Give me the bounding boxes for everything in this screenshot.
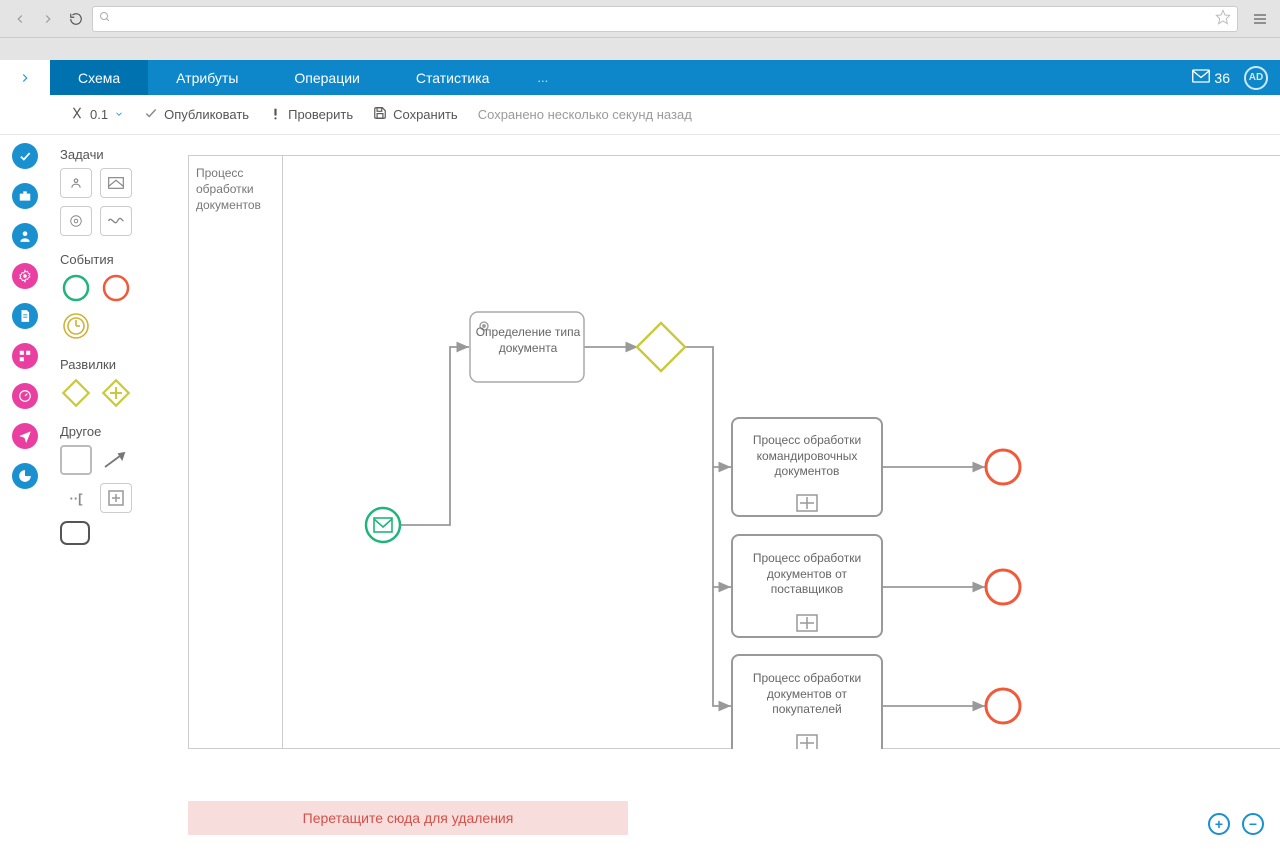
avatar[interactable]: AD (1244, 66, 1268, 90)
tab-more-label: ... (537, 70, 548, 85)
rail-person-icon[interactable] (12, 223, 38, 249)
rail-piechart-icon[interactable] (12, 463, 38, 489)
diagram-svg: Определение типа документа Процесс обраб… (188, 155, 1280, 749)
browser-url-bar[interactable] (92, 6, 1238, 32)
palette-end-event[interactable] (100, 273, 132, 303)
publish-label: Опубликовать (164, 107, 249, 122)
save-status: Сохранено несколько секунд назад (478, 107, 692, 122)
palette-timer-event[interactable] (60, 311, 92, 341)
palette-start-event[interactable] (60, 273, 92, 303)
mail-counter[interactable]: 36 (1192, 69, 1230, 86)
chrome-spacer (0, 38, 1280, 60)
node-subprocess-1[interactable]: Процесс обработки командировочных докуме… (732, 418, 882, 516)
sidebar-collapse-chevron[interactable] (0, 60, 50, 95)
node-task-label: Определение типа документа (474, 323, 582, 356)
rail-module-icon[interactable] (12, 343, 38, 369)
palette-connector[interactable] (100, 445, 132, 475)
palette-gateways: Развилки (60, 357, 158, 408)
browser-chrome (0, 0, 1280, 38)
validate-button[interactable]: Проверить (269, 107, 353, 123)
warning-icon (269, 107, 282, 123)
node-start-event[interactable] (366, 508, 400, 542)
tab-operations[interactable]: Операции (266, 60, 388, 95)
palette-pool[interactable] (60, 521, 90, 545)
node-gateway[interactable] (637, 323, 685, 371)
palette-service-task[interactable] (60, 206, 92, 236)
palette-annotation[interactable] (60, 445, 92, 475)
mail-icon (1192, 69, 1210, 86)
save-icon (373, 106, 387, 123)
rail-gauge-icon[interactable] (12, 383, 38, 409)
palette-other-title: Другое (60, 424, 158, 439)
tab-label: Операции (294, 70, 360, 86)
tab-attributes[interactable]: Атрибуты (148, 60, 266, 95)
url-input[interactable] (117, 11, 1209, 26)
palette-subprocess[interactable] (100, 483, 132, 513)
node-sub2-label: Процесс обработки документов от поставщи… (736, 551, 878, 598)
palette-script-task[interactable] (100, 206, 132, 236)
palette: Задачи События Развилки (50, 135, 168, 859)
left-rail (0, 135, 50, 859)
main-area: Задачи События Развилки (0, 135, 1280, 859)
tab-label: Схема (78, 70, 120, 86)
zoom-in-button[interactable]: + (1208, 813, 1230, 835)
browser-menu-button[interactable] (1248, 7, 1272, 31)
branch-icon (70, 106, 84, 123)
tab-label: Атрибуты (176, 70, 238, 86)
node-end-event-2[interactable] (986, 570, 1020, 604)
publish-button[interactable]: Опубликовать (144, 106, 249, 123)
palette-tasks-title: Задачи (60, 147, 158, 162)
top-tabs-bar: Схема Атрибуты Операции Статистика ... 3… (0, 60, 1280, 95)
delete-hint-label: Перетащите сюда для удаления (303, 810, 514, 826)
chevron-down-icon (114, 107, 124, 122)
node-sub1-label: Процесс обработки командировочных докуме… (736, 433, 878, 480)
check-icon (144, 106, 158, 123)
canvas[interactable]: Процесс обработки документов (168, 135, 1280, 859)
rail-briefcase-icon[interactable] (12, 183, 38, 209)
node-end-event-1[interactable] (986, 450, 1020, 484)
browser-forward-button[interactable] (36, 7, 60, 31)
palette-text-annotation[interactable]: ··[ (60, 483, 92, 513)
zoom-out-button[interactable]: − (1242, 813, 1264, 835)
browser-back-button[interactable] (8, 7, 32, 31)
avatar-initials: AD (1249, 72, 1263, 83)
version-value: 0.1 (90, 107, 108, 122)
mail-count: 36 (1214, 70, 1230, 86)
tab-statistics[interactable]: Статистика (388, 60, 518, 95)
star-icon[interactable] (1215, 9, 1231, 28)
node-subprocess-3[interactable]: Процесс обработки документов от покупате… (732, 655, 882, 749)
palette-other: Другое ··[ (60, 424, 158, 545)
tab-label: Статистика (416, 70, 490, 86)
palette-gateways-title: Развилки (60, 357, 158, 372)
palette-tasks: Задачи (60, 147, 158, 236)
save-button[interactable]: Сохранить (373, 106, 458, 123)
palette-events-title: События (60, 252, 158, 267)
zoom-controls: + − (1208, 813, 1264, 835)
tab-more[interactable]: ... (517, 60, 568, 95)
rail-check-icon[interactable] (12, 143, 38, 169)
palette-user-task[interactable] (60, 168, 92, 198)
node-task-doc-type[interactable]: Определение типа документа (470, 312, 584, 382)
tab-schema[interactable]: Схема (50, 60, 148, 95)
rail-send-icon[interactable] (12, 423, 38, 449)
palette-send-task[interactable] (100, 168, 132, 198)
palette-exclusive-gateway[interactable] (60, 378, 92, 408)
node-end-event-3[interactable] (986, 689, 1020, 723)
action-toolbar: 0.1 Опубликовать Проверить Сохранить Сох… (0, 95, 1280, 135)
save-status-text: Сохранено несколько секунд назад (478, 107, 692, 122)
save-label: Сохранить (393, 107, 458, 122)
delete-drop-zone[interactable]: Перетащите сюда для удаления (188, 801, 628, 835)
rail-document-icon[interactable] (12, 303, 38, 329)
rail-gear-icon[interactable] (12, 263, 38, 289)
browser-reload-button[interactable] (64, 7, 88, 31)
validate-label: Проверить (288, 107, 353, 122)
node-subprocess-2[interactable]: Процесс обработки документов от поставщи… (732, 535, 882, 637)
palette-parallel-gateway[interactable] (100, 378, 132, 408)
node-sub3-label: Процесс обработки документов от покупате… (736, 671, 878, 718)
search-icon (99, 11, 111, 26)
palette-events: События (60, 252, 158, 341)
version-selector[interactable]: 0.1 (70, 106, 124, 123)
